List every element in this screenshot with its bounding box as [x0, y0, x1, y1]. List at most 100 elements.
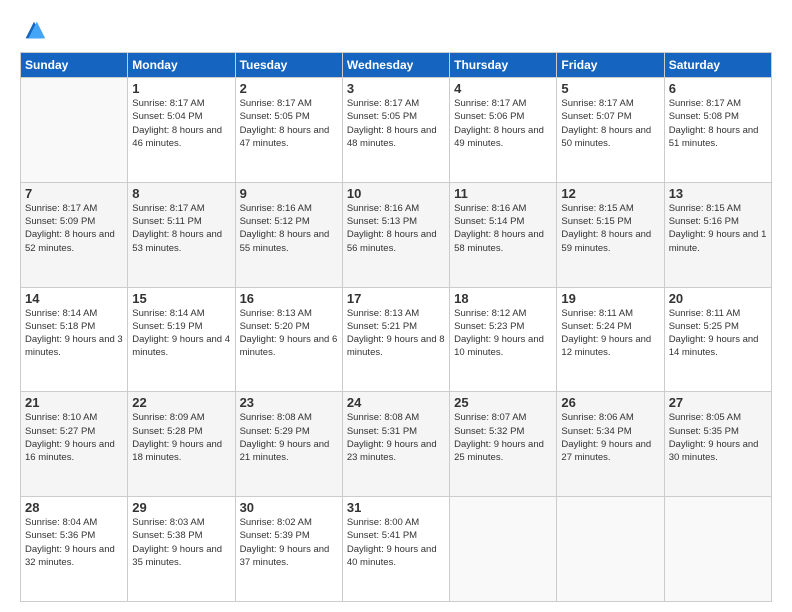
logo-icon	[20, 16, 48, 44]
day-info: Sunrise: 8:12 AMSunset: 5:23 PMDaylight:…	[454, 307, 552, 360]
day-info: Sunrise: 8:17 AMSunset: 5:08 PMDaylight:…	[669, 97, 767, 150]
day-info: Sunrise: 8:17 AMSunset: 5:06 PMDaylight:…	[454, 97, 552, 150]
day-cell: 8Sunrise: 8:17 AMSunset: 5:11 PMDaylight…	[128, 182, 235, 287]
day-info: Sunrise: 8:15 AMSunset: 5:15 PMDaylight:…	[561, 202, 659, 255]
day-cell: 21Sunrise: 8:10 AMSunset: 5:27 PMDayligh…	[21, 392, 128, 497]
day-cell: 13Sunrise: 8:15 AMSunset: 5:16 PMDayligh…	[664, 182, 771, 287]
week-row-3: 21Sunrise: 8:10 AMSunset: 5:27 PMDayligh…	[21, 392, 772, 497]
day-cell: 7Sunrise: 8:17 AMSunset: 5:09 PMDaylight…	[21, 182, 128, 287]
day-number: 12	[561, 186, 659, 201]
day-number: 30	[240, 500, 338, 515]
day-number: 28	[25, 500, 123, 515]
day-cell: 17Sunrise: 8:13 AMSunset: 5:21 PMDayligh…	[342, 287, 449, 392]
day-number: 10	[347, 186, 445, 201]
day-cell: 3Sunrise: 8:17 AMSunset: 5:05 PMDaylight…	[342, 78, 449, 183]
day-info: Sunrise: 8:05 AMSunset: 5:35 PMDaylight:…	[669, 411, 767, 464]
day-info: Sunrise: 8:10 AMSunset: 5:27 PMDaylight:…	[25, 411, 123, 464]
day-info: Sunrise: 8:16 AMSunset: 5:12 PMDaylight:…	[240, 202, 338, 255]
day-number: 7	[25, 186, 123, 201]
day-info: Sunrise: 8:16 AMSunset: 5:13 PMDaylight:…	[347, 202, 445, 255]
day-cell: 29Sunrise: 8:03 AMSunset: 5:38 PMDayligh…	[128, 497, 235, 602]
col-header-wednesday: Wednesday	[342, 53, 449, 78]
day-number: 23	[240, 395, 338, 410]
day-info: Sunrise: 8:17 AMSunset: 5:07 PMDaylight:…	[561, 97, 659, 150]
day-number: 6	[669, 81, 767, 96]
day-number: 22	[132, 395, 230, 410]
day-cell: 26Sunrise: 8:06 AMSunset: 5:34 PMDayligh…	[557, 392, 664, 497]
calendar: SundayMondayTuesdayWednesdayThursdayFrid…	[20, 52, 772, 602]
day-number: 21	[25, 395, 123, 410]
day-number: 15	[132, 291, 230, 306]
day-cell: 16Sunrise: 8:13 AMSunset: 5:20 PMDayligh…	[235, 287, 342, 392]
day-number: 16	[240, 291, 338, 306]
day-info: Sunrise: 8:13 AMSunset: 5:21 PMDaylight:…	[347, 307, 445, 360]
day-number: 4	[454, 81, 552, 96]
day-info: Sunrise: 8:04 AMSunset: 5:36 PMDaylight:…	[25, 516, 123, 569]
day-info: Sunrise: 8:07 AMSunset: 5:32 PMDaylight:…	[454, 411, 552, 464]
day-cell	[557, 497, 664, 602]
day-cell: 27Sunrise: 8:05 AMSunset: 5:35 PMDayligh…	[664, 392, 771, 497]
day-cell: 11Sunrise: 8:16 AMSunset: 5:14 PMDayligh…	[450, 182, 557, 287]
col-header-friday: Friday	[557, 53, 664, 78]
day-info: Sunrise: 8:16 AMSunset: 5:14 PMDaylight:…	[454, 202, 552, 255]
day-info: Sunrise: 8:11 AMSunset: 5:25 PMDaylight:…	[669, 307, 767, 360]
day-number: 25	[454, 395, 552, 410]
day-number: 14	[25, 291, 123, 306]
day-cell	[450, 497, 557, 602]
day-cell: 5Sunrise: 8:17 AMSunset: 5:07 PMDaylight…	[557, 78, 664, 183]
day-info: Sunrise: 8:00 AMSunset: 5:41 PMDaylight:…	[347, 516, 445, 569]
day-cell: 24Sunrise: 8:08 AMSunset: 5:31 PMDayligh…	[342, 392, 449, 497]
day-number: 17	[347, 291, 445, 306]
day-info: Sunrise: 8:06 AMSunset: 5:34 PMDaylight:…	[561, 411, 659, 464]
day-info: Sunrise: 8:15 AMSunset: 5:16 PMDaylight:…	[669, 202, 767, 255]
day-cell: 9Sunrise: 8:16 AMSunset: 5:12 PMDaylight…	[235, 182, 342, 287]
day-info: Sunrise: 8:11 AMSunset: 5:24 PMDaylight:…	[561, 307, 659, 360]
day-cell: 28Sunrise: 8:04 AMSunset: 5:36 PMDayligh…	[21, 497, 128, 602]
col-header-sunday: Sunday	[21, 53, 128, 78]
day-number: 29	[132, 500, 230, 515]
day-cell: 15Sunrise: 8:14 AMSunset: 5:19 PMDayligh…	[128, 287, 235, 392]
header	[20, 16, 772, 44]
day-cell: 31Sunrise: 8:00 AMSunset: 5:41 PMDayligh…	[342, 497, 449, 602]
day-number: 3	[347, 81, 445, 96]
day-info: Sunrise: 8:03 AMSunset: 5:38 PMDaylight:…	[132, 516, 230, 569]
day-cell: 10Sunrise: 8:16 AMSunset: 5:13 PMDayligh…	[342, 182, 449, 287]
day-number: 1	[132, 81, 230, 96]
day-number: 5	[561, 81, 659, 96]
day-info: Sunrise: 8:14 AMSunset: 5:18 PMDaylight:…	[25, 307, 123, 360]
day-info: Sunrise: 8:17 AMSunset: 5:05 PMDaylight:…	[240, 97, 338, 150]
day-info: Sunrise: 8:08 AMSunset: 5:29 PMDaylight:…	[240, 411, 338, 464]
day-cell	[21, 78, 128, 183]
day-cell: 30Sunrise: 8:02 AMSunset: 5:39 PMDayligh…	[235, 497, 342, 602]
day-info: Sunrise: 8:17 AMSunset: 5:04 PMDaylight:…	[132, 97, 230, 150]
week-row-0: 1Sunrise: 8:17 AMSunset: 5:04 PMDaylight…	[21, 78, 772, 183]
day-cell: 23Sunrise: 8:08 AMSunset: 5:29 PMDayligh…	[235, 392, 342, 497]
day-number: 27	[669, 395, 767, 410]
day-number: 31	[347, 500, 445, 515]
day-number: 8	[132, 186, 230, 201]
col-header-monday: Monday	[128, 53, 235, 78]
day-info: Sunrise: 8:13 AMSunset: 5:20 PMDaylight:…	[240, 307, 338, 360]
day-cell: 1Sunrise: 8:17 AMSunset: 5:04 PMDaylight…	[128, 78, 235, 183]
page: SundayMondayTuesdayWednesdayThursdayFrid…	[0, 0, 792, 612]
calendar-header-row: SundayMondayTuesdayWednesdayThursdayFrid…	[21, 53, 772, 78]
day-info: Sunrise: 8:17 AMSunset: 5:09 PMDaylight:…	[25, 202, 123, 255]
day-info: Sunrise: 8:09 AMSunset: 5:28 PMDaylight:…	[132, 411, 230, 464]
day-number: 9	[240, 186, 338, 201]
day-cell: 2Sunrise: 8:17 AMSunset: 5:05 PMDaylight…	[235, 78, 342, 183]
day-number: 19	[561, 291, 659, 306]
day-number: 11	[454, 186, 552, 201]
day-cell	[664, 497, 771, 602]
day-info: Sunrise: 8:02 AMSunset: 5:39 PMDaylight:…	[240, 516, 338, 569]
col-header-saturday: Saturday	[664, 53, 771, 78]
week-row-4: 28Sunrise: 8:04 AMSunset: 5:36 PMDayligh…	[21, 497, 772, 602]
day-cell: 14Sunrise: 8:14 AMSunset: 5:18 PMDayligh…	[21, 287, 128, 392]
day-number: 13	[669, 186, 767, 201]
logo	[20, 16, 52, 44]
day-cell: 25Sunrise: 8:07 AMSunset: 5:32 PMDayligh…	[450, 392, 557, 497]
day-cell: 22Sunrise: 8:09 AMSunset: 5:28 PMDayligh…	[128, 392, 235, 497]
day-info: Sunrise: 8:17 AMSunset: 5:11 PMDaylight:…	[132, 202, 230, 255]
day-info: Sunrise: 8:17 AMSunset: 5:05 PMDaylight:…	[347, 97, 445, 150]
day-cell: 18Sunrise: 8:12 AMSunset: 5:23 PMDayligh…	[450, 287, 557, 392]
day-number: 26	[561, 395, 659, 410]
